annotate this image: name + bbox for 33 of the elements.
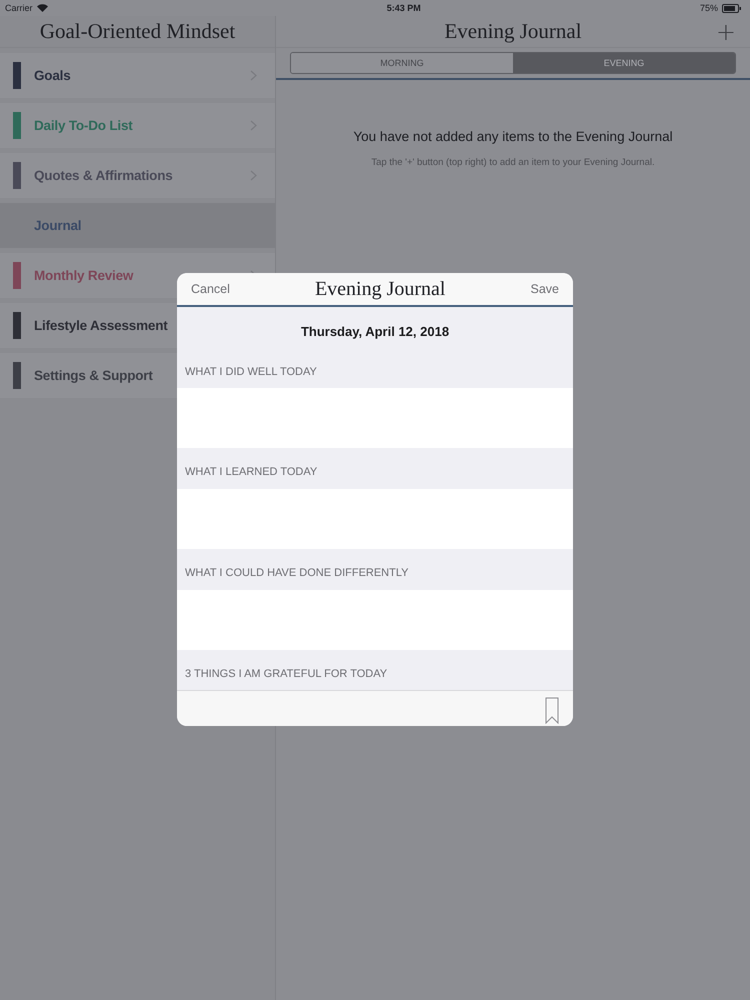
color-bar [13, 112, 21, 139]
color-bar [13, 312, 21, 339]
empty-hint: Tap the '+' button (top right) to add an item to your Evening Journal. [370, 157, 656, 168]
menu-item[interactable]: Journal [0, 203, 275, 248]
color-bar [13, 362, 21, 389]
date-label: Thursday, April 12, 2018 [300, 323, 450, 341]
text-field[interactable] [177, 489, 573, 549]
color-bar [13, 62, 21, 89]
menu-item[interactable]: Goals [0, 53, 275, 98]
text-field[interactable] [177, 590, 573, 650]
save-button[interactable]: Save [530, 282, 559, 296]
carrier-label: Carrier [5, 3, 33, 13]
section-header: 3 THINGS I AM GRATEFUL FOR TODAY [184, 667, 388, 682]
battery-percent: 75% [700, 3, 718, 13]
wifi-icon [36, 4, 48, 12]
menu-item[interactable]: Daily To-Do List [0, 103, 275, 148]
segment-tab[interactable]: MORNING [291, 53, 513, 73]
section-header: WHAT I LEARNED TODAY [184, 465, 318, 480]
dialog-title: Evening Journal [314, 278, 446, 300]
menu-item[interactable]: Quotes & Affirmations [0, 153, 275, 198]
add-button[interactable]: + [716, 18, 736, 46]
text-field[interactable] [177, 388, 573, 448]
empty-message: You have not added any items to the Evening Journal [352, 129, 674, 144]
color-bar [13, 162, 21, 189]
status-time: 5:43 PM [386, 3, 421, 13]
battery-icon [722, 4, 742, 12]
page-title: Evening Journal [444, 19, 582, 44]
color-bar [13, 262, 21, 289]
section-header: WHAT I COULD HAVE DONE DIFFERENTLY [184, 566, 410, 581]
segment-tab[interactable]: EVENING [513, 53, 735, 73]
cancel-button[interactable]: Cancel [191, 282, 230, 296]
sidebar-title: Goal-Oriented Mindset [40, 19, 236, 44]
bookmark-icon[interactable] [545, 697, 559, 724]
